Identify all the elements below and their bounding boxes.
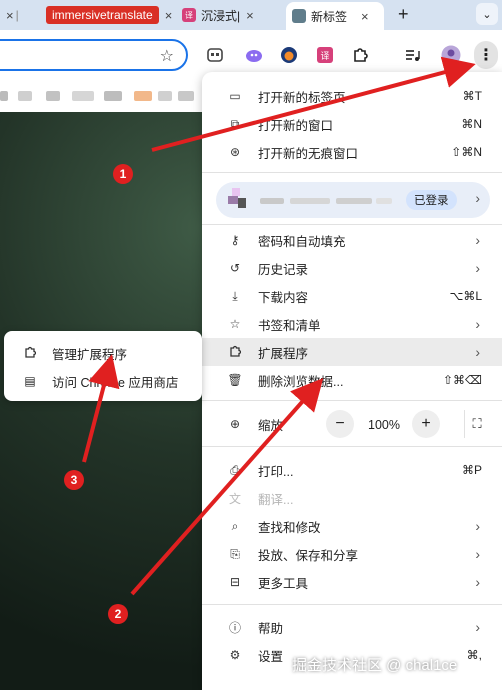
menu-item-history[interactable]: ↺ 历史记录 › (202, 254, 502, 282)
zoom-level: 100% (368, 418, 400, 432)
toolbox-icon: ⊟ (229, 575, 241, 589)
chevron-right-icon: › (475, 574, 480, 590)
key-icon: ⚷ (230, 233, 240, 247)
extension-icon[interactable] (205, 45, 225, 65)
menu-item-new-tab[interactable]: ▭ 打开新的标签页 ⌘T (202, 82, 502, 110)
fullscreen-icon[interactable]: ⛶ (464, 410, 489, 438)
tab-title: immersivetranslate (46, 6, 159, 24)
avatar[interactable] (441, 45, 461, 65)
chevron-right-icon: › (475, 619, 480, 635)
find-icon: ⌕ (231, 518, 239, 533)
translate-extension-icon[interactable]: 译 (315, 45, 335, 65)
chevron-right-icon: › (475, 232, 480, 248)
menu-item-bookmarks[interactable]: ☆ 书签和清单 › (202, 310, 502, 338)
tab-strip: × | immersivetranslate × 译 沉浸式| × 新标签 × … (0, 0, 502, 30)
bookmark-star-icon[interactable]: ☆ (160, 46, 174, 66)
new-window-icon: ⧉ (230, 116, 240, 131)
trash-icon: 🗑 (227, 373, 243, 387)
tab-search-button[interactable]: ⌄ (476, 3, 498, 25)
close-tab-icon[interactable]: × (165, 8, 173, 23)
tab-title: 沉浸式| (201, 8, 241, 23)
bookmark-star-icon: ☆ (229, 317, 241, 331)
menu-item-new-window[interactable]: ⧉ 打开新的窗口 ⌘N (202, 110, 502, 138)
chevron-right-icon: › (475, 260, 480, 276)
signed-in-badge: 已登录 (406, 190, 457, 210)
help-icon: ⓘ (228, 620, 241, 635)
menu-item-extensions[interactable]: 扩展程序 › (202, 338, 502, 366)
menu-item-clear-data[interactable]: 🗑 删除浏览数据... ⇧⌘⌫ (202, 366, 502, 394)
zoom-icon: ⊕ (229, 417, 241, 431)
chevron-right-icon: › (475, 344, 480, 360)
chevron-right-icon: › (475, 316, 480, 332)
tab-immersivetranslate[interactable]: immersivetranslate × (46, 4, 173, 26)
translate-favicon-icon: 译 (182, 8, 196, 22)
tab-new-tab[interactable]: 新标签 × (286, 2, 384, 30)
history-icon: ↺ (229, 261, 241, 275)
print-icon: ⎙ (230, 462, 240, 477)
address-bar[interactable]: ☆ (0, 39, 188, 71)
menu-item-downloads[interactable]: ⤓ 下载内容 ⌥⌘L (202, 282, 502, 310)
new-tab-button[interactable]: + (398, 4, 409, 25)
chrome-menu: ▭ 打开新的标签页 ⌘T ⧉ 打开新的窗口 ⌘N ⊛ 打开新的无痕窗口 ⇧⌘N … (202, 72, 502, 690)
menu-item-help[interactable]: ⓘ 帮助 › (202, 613, 502, 641)
fox-extension-icon[interactable] (279, 45, 299, 65)
chevron-right-icon: › (475, 518, 480, 534)
incognito-icon: ⊛ (229, 145, 241, 159)
new-tab-icon: ▭ (229, 89, 241, 103)
menu-item-passwords[interactable]: ⚷ 密码和自动填充 › (202, 226, 502, 254)
chevron-right-icon: › (475, 190, 480, 206)
zoom-in-button[interactable]: + (412, 410, 440, 438)
tab-immersive[interactable]: 译 沉浸式| × (182, 4, 278, 26)
menu-item-translate: 文 翻译... (202, 484, 502, 512)
submenu-item-manage-extensions[interactable]: 管理扩展程序 (4, 339, 202, 367)
download-icon: ⤓ (232, 288, 238, 303)
close-tab-icon[interactable]: × (6, 8, 14, 23)
menu-item-print[interactable]: ⎙ 打印... ⌘P (202, 456, 502, 484)
puzzle-icon[interactable] (350, 45, 370, 65)
tab-partial[interactable]: × | (0, 4, 38, 26)
menu-item-cast-save-share[interactable]: ⎘ 投放、保存和分享 › (202, 540, 502, 568)
submenu-item-chrome-web-store[interactable]: ▤ 访问 Chrome 应用商店 (4, 367, 202, 395)
svg-text:译: 译 (320, 51, 329, 62)
puzzle-icon (226, 345, 244, 360)
close-tab-icon[interactable]: × (361, 9, 369, 24)
extensions-submenu: 管理扩展程序 ▤ 访问 Chrome 应用商店 (4, 331, 202, 401)
new-tab-favicon-icon (292, 9, 306, 23)
settings-icon: ⚙ (229, 648, 241, 662)
annotation-badge-1: 1 (113, 164, 133, 184)
chevron-right-icon: › (475, 546, 480, 562)
menu-item-incognito[interactable]: ⊛ 打开新的无痕窗口 ⇧⌘N (202, 138, 502, 166)
annotation-badge-3: 3 (64, 470, 84, 490)
zoom-out-button[interactable]: − (326, 410, 354, 438)
menu-item-more-tools[interactable]: ⊟ 更多工具 › (202, 568, 502, 596)
more-menu-icon[interactable]: ⋮ (474, 41, 498, 69)
translate-icon: 文 (228, 491, 241, 506)
profile-row[interactable]: 已登录 › (216, 182, 490, 218)
ghost-extension-icon[interactable] (244, 45, 264, 65)
puzzle-icon (22, 346, 38, 361)
menu-item-find[interactable]: ⌕ 查找和修改 › (202, 512, 502, 540)
store-icon: ▤ (24, 374, 36, 388)
close-tab-icon[interactable]: × (246, 8, 254, 23)
media-control-icon[interactable] (403, 45, 423, 65)
tab-title: 新标签 (311, 9, 348, 24)
annotation-badge-2: 2 (108, 604, 128, 624)
cast-icon: ⎘ (230, 546, 240, 561)
watermark: 掘金技术社区 @ chal1ce (292, 657, 458, 674)
